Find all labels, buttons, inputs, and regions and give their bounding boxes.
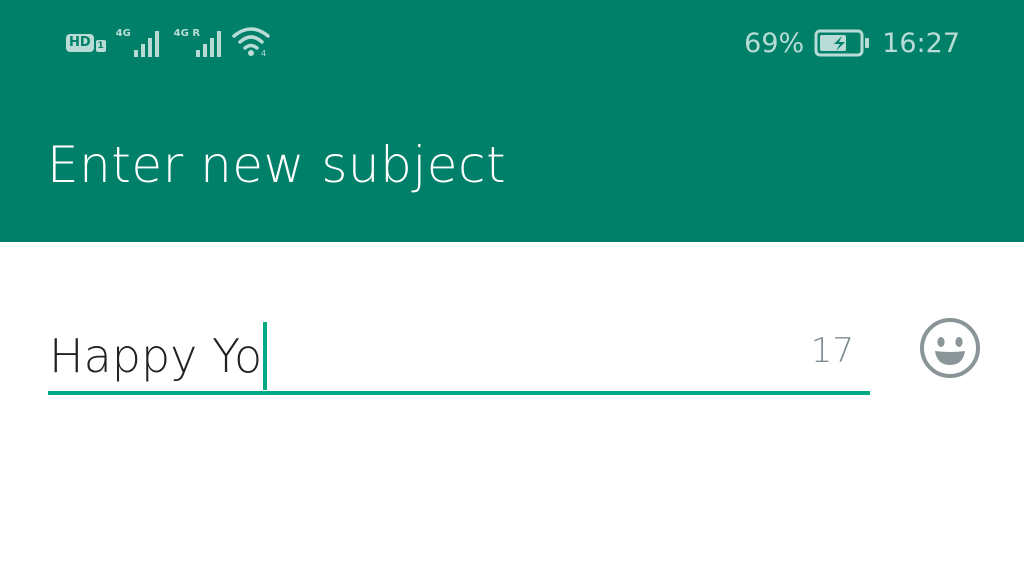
emoji-button[interactable] <box>918 318 982 382</box>
input-underline <box>48 391 870 395</box>
hd-sub-label: 1 <box>95 40 106 52</box>
roaming-signal-icon: 4G R <box>174 28 222 58</box>
battery-charging-icon <box>814 28 872 58</box>
text-caret <box>263 322 268 390</box>
remaining-character-count: 17 <box>810 331 854 371</box>
battery-percent: 69% <box>744 27 805 59</box>
network-type-label: 4G <box>115 28 131 39</box>
status-left-group: HD 1 4G 4G R 4 <box>66 26 270 60</box>
hd-voice-icon: HD 1 <box>66 34 106 52</box>
subject-edit-row: Happy Yo 17 <box>0 300 1024 410</box>
hd-label: HD <box>66 34 94 52</box>
clock: 16:27 <box>882 27 960 59</box>
page-title: Enter new subject <box>47 136 507 194</box>
status-bar: HD 1 4G 4G R 4 69% 16:27 <box>0 0 1024 86</box>
svg-text:4: 4 <box>261 49 266 57</box>
status-right-group: 69% 16:27 <box>744 24 960 62</box>
app-header: HD 1 4G 4G R 4 69% 16:27 Enter new subje… <box>0 0 1024 242</box>
wifi-icon: 4 <box>231 25 270 61</box>
smiley-face-icon <box>919 317 981 383</box>
subject-input[interactable]: Happy Yo <box>49 322 789 390</box>
signal-strength-icon: 4G <box>116 28 164 58</box>
subject-input-text: Happy Yo <box>49 329 263 383</box>
